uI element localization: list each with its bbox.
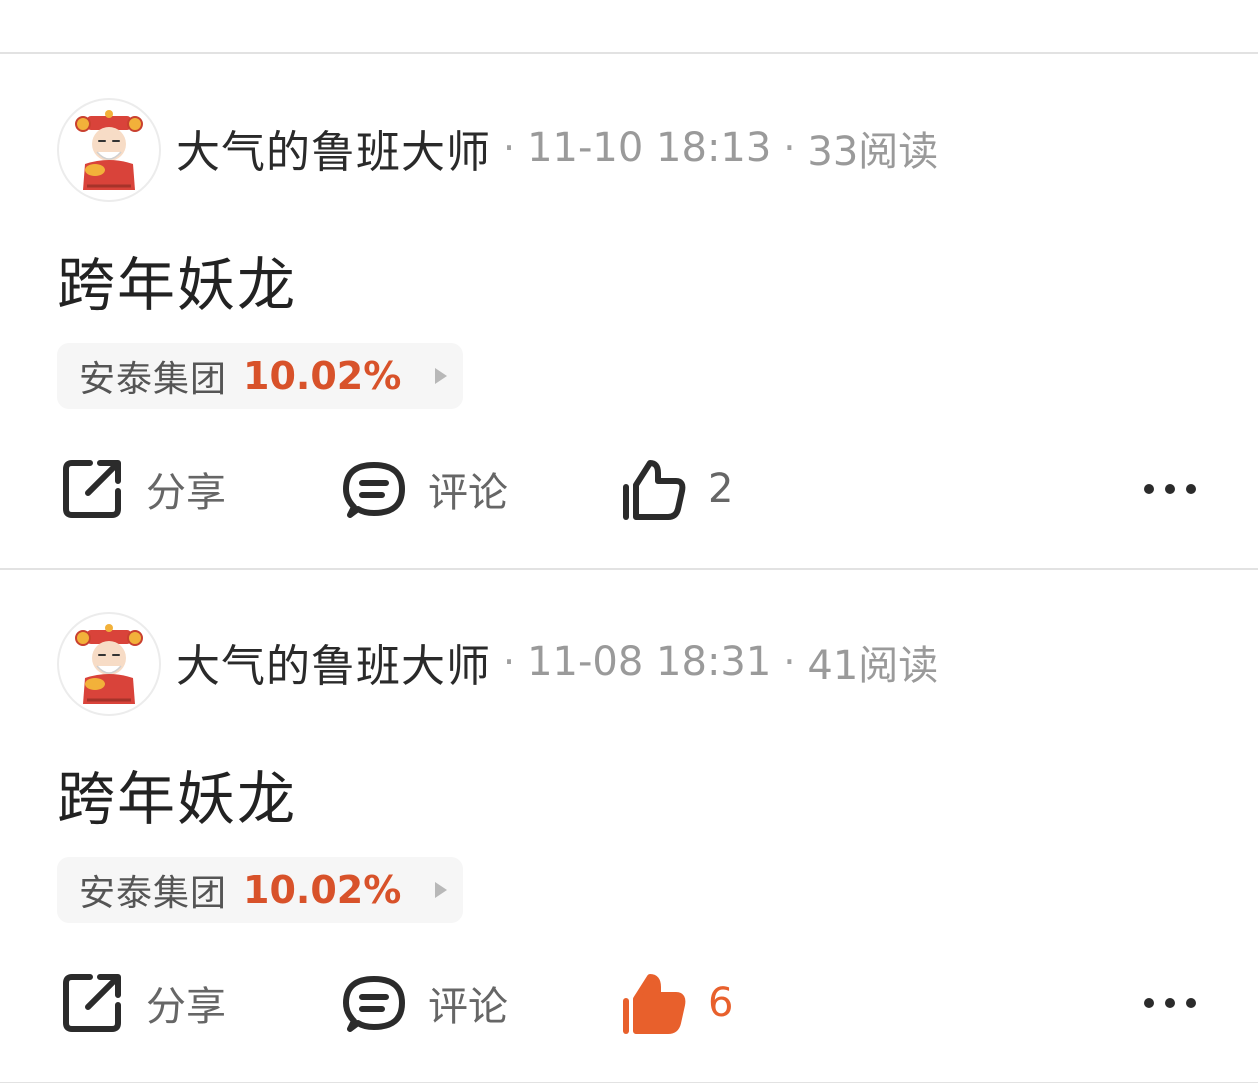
author-name[interactable]: 大气的鲁班大师 (176, 630, 491, 694)
post-card[interactable]: 大气的鲁班大师 · 11-08 18:31 · 41阅读 跨年妖龙 安泰集团 1… (0, 568, 1258, 1083)
separator-dot: · (503, 640, 516, 684)
action-bar: 分享 评论 6 (0, 968, 1258, 1038)
stock-tag[interactable]: 安泰集团 10.02% (57, 857, 463, 923)
share-button[interactable]: 分享 (60, 454, 226, 524)
comment-button[interactable]: 评论 (342, 454, 508, 524)
separator-dot: · (783, 126, 796, 170)
post-header: 大气的鲁班大师 · 11-08 18:31 · 41阅读 (176, 632, 938, 692)
stock-name: 安泰集团 (79, 873, 228, 914)
thumbs-up-icon[interactable] (622, 0, 682, 4)
post-date: 11-08 18:31 (527, 639, 772, 685)
caishen-avatar-icon (75, 110, 143, 190)
separator-dot: · (783, 640, 796, 684)
author-avatar[interactable] (57, 98, 161, 202)
post-date: 11-10 18:13 (527, 125, 772, 171)
more-options-button[interactable] (1140, 968, 1200, 1038)
author-name[interactable]: 大气的鲁班大师 (176, 116, 491, 180)
comment-label: 评论 (428, 470, 508, 516)
comment-icon[interactable] (342, 0, 402, 4)
caishen-avatar-icon (75, 624, 143, 704)
post-card[interactable]: 大气的鲁班大师 · 11-10 18:13 · 33阅读 跨年妖龙 安泰集团 1… (0, 54, 1258, 570)
more-dots-icon (1144, 998, 1196, 1008)
chevron-right-icon (435, 368, 448, 384)
separator-dot: · (503, 126, 516, 170)
comment-icon (343, 976, 405, 1032)
stock-tag[interactable]: 安泰集团 10.02% (57, 343, 463, 409)
share-icon (63, 460, 121, 518)
share-button[interactable]: 分享 (60, 968, 226, 1038)
feed-page: 大气的鲁班大师 · 11-10 18:13 · 33阅读 跨年妖龙 安泰集团 1… (0, 0, 1258, 1083)
author-avatar[interactable] (57, 612, 161, 716)
comment-button[interactable]: 评论 (342, 968, 508, 1038)
like-count: 2 (708, 466, 734, 512)
share-icon (63, 974, 121, 1032)
like-count: 6 (708, 980, 734, 1026)
post-header: 大气的鲁班大师 · 11-10 18:13 · 33阅读 (176, 118, 938, 178)
previous-post-actions (0, 0, 1258, 54)
chevron-right-icon (435, 882, 448, 898)
like-button[interactable]: 6 (620, 968, 733, 1038)
comment-label: 评论 (428, 984, 508, 1030)
read-count: 41阅读 (807, 643, 939, 689)
stock-change: 10.02% (243, 868, 402, 912)
stock-change: 10.02% (243, 354, 402, 398)
action-bar: 分享 评论 2 (0, 454, 1258, 524)
share-label: 分享 (146, 470, 226, 516)
like-button[interactable]: 2 (620, 454, 733, 524)
more-options-button[interactable] (1140, 454, 1200, 524)
thumbs-up-icon (623, 460, 686, 520)
stock-name: 安泰集团 (79, 359, 228, 400)
share-label: 分享 (146, 984, 226, 1030)
comment-icon (343, 462, 405, 518)
thumbs-up-filled-icon (623, 974, 686, 1034)
post-title[interactable]: 跨年妖龙 (57, 752, 297, 836)
more-dots-icon (1144, 484, 1196, 494)
read-count: 33阅读 (807, 129, 939, 175)
share-icon[interactable] (62, 0, 122, 4)
post-title[interactable]: 跨年妖龙 (57, 238, 297, 322)
